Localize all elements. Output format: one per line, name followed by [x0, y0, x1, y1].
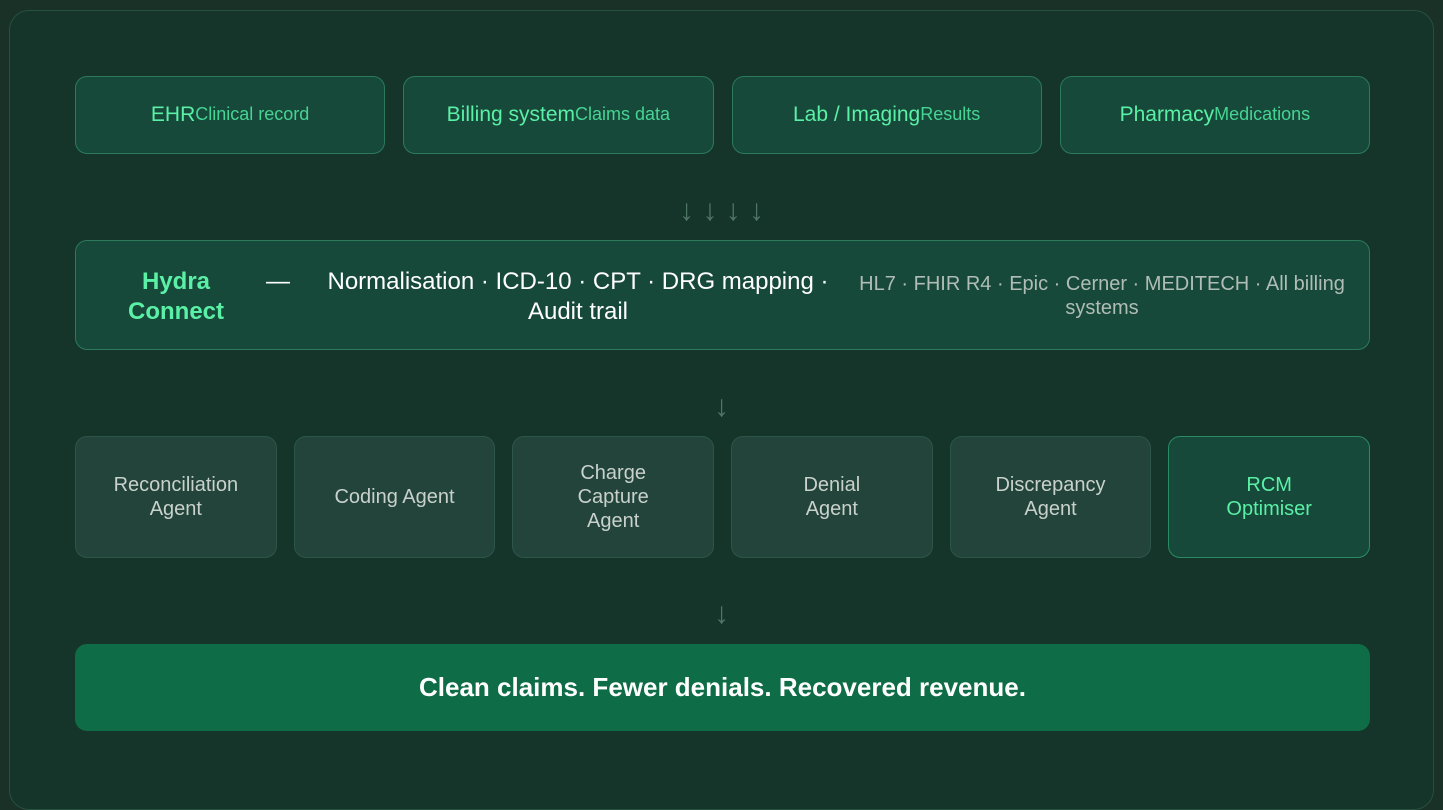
hydra-connect-hub: Hydra Connect — Normalisation · ICD-10 ·… — [75, 240, 1370, 350]
source-subtitle: Clinical record — [195, 103, 310, 124]
hub-title: Hydra Connect — [128, 268, 224, 325]
agent-charge-capture: Charge Capture Agent — [512, 436, 715, 558]
agent-label: Charge Capture Agent — [577, 462, 649, 532]
arrow-down-to-outcome: ↓ — [0, 599, 1443, 629]
source-name: Pharmacy — [1119, 103, 1215, 126]
arrows-down-to-hub: ↓ ↓ ↓ ↓ — [0, 196, 1443, 226]
source-lab-imaging: Lab / Imaging Results — [731, 76, 1042, 154]
agent-label: Reconciliation Agent — [113, 474, 239, 520]
agent-label: Coding Agent — [334, 486, 455, 508]
source-subtitle: Results — [920, 103, 981, 124]
arrow-down-icon: ↓ — [714, 390, 729, 423]
source-ehr: EHR Clinical record — [75, 76, 386, 154]
outcome-banner: Clean claims. Fewer denials. Recovered r… — [75, 644, 1370, 731]
agent-label: RCM Optimiser — [1226, 474, 1312, 520]
data-sources-row: EHR Clinical record Billing system Claims … — [75, 76, 1370, 154]
arrow-down-to-agents: ↓ — [0, 392, 1443, 422]
source-name: EHR — [150, 103, 196, 126]
source-pharmacy: Pharmacy Medications — [1059, 76, 1370, 154]
agents-row: Reconciliation Agent Coding Agent Charge… — [75, 436, 1371, 558]
arrow-down-icon: ↓ ↓ ↓ ↓ — [678, 194, 764, 227]
agent-coding: Coding Agent — [293, 436, 496, 558]
source-subtitle: Claims data — [575, 103, 671, 124]
agent-label: Denial Agent — [803, 474, 861, 520]
agent-discrepancy: Discrepancy Agent — [949, 436, 1152, 558]
source-billing-system: Billing system Claims data — [403, 76, 714, 154]
hub-integrations: HL7 · FHIR R4 · Epic · Cerner · MEDITECH… — [859, 273, 1345, 319]
source-name: Lab / Imaging — [792, 103, 921, 126]
outcome-text: Clean claims. Fewer denials. Recovered r… — [419, 672, 1026, 702]
agent-denial: Denial Agent — [731, 436, 933, 558]
agent-label: Discrepancy Agent — [995, 474, 1106, 520]
source-subtitle: Medications — [1214, 103, 1311, 124]
source-name: Billing system — [446, 103, 576, 126]
agent-rcm-optimiser: RCM Optimiser — [1168, 436, 1371, 558]
agent-reconciliation: Reconciliation Agent — [75, 436, 277, 558]
hub-dash: — — [266, 268, 290, 295]
arrow-down-icon: ↓ — [714, 597, 729, 630]
hub-features: Normalisation · ICD-10 · CPT · DRG mappi… — [327, 268, 829, 325]
